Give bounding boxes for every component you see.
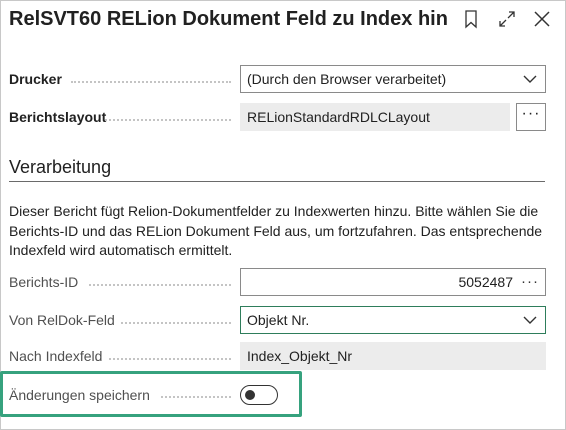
to-field-value-box: Index_Objekt_Nr	[240, 342, 546, 370]
from-field-row: Von RelDok-Feld Objekt Nr.	[9, 306, 546, 334]
report-layout-field[interactable]: RELionStandardRDLCLayout	[240, 103, 510, 131]
dialog-title: RelSVT60 RELion Dokument Feld zu Index h…	[9, 8, 449, 30]
section-title: Verarbeitung	[9, 157, 112, 177]
report-layout-row: Berichtslayout RELionStandardRDLCLayout …	[9, 103, 546, 131]
report-layout-lookup-button[interactable]: ···	[516, 103, 546, 131]
toggle-knob	[245, 390, 255, 400]
printer-label: Drucker	[9, 71, 62, 87]
printer-select[interactable]: (Durch den Browser verarbeitet)	[240, 65, 546, 93]
save-changes-row: Änderungen speichern	[9, 383, 546, 407]
to-field-value: Index_Objekt_Nr	[247, 348, 353, 364]
from-field-dots	[121, 322, 231, 324]
printer-value: (Durch den Browser verarbeitet)	[247, 71, 447, 87]
expand-icon[interactable]	[497, 9, 517, 29]
report-id-value: 5052487	[458, 274, 513, 290]
save-changes-label: Änderungen speichern	[9, 387, 150, 403]
report-id-row: Berichts-ID 5052487 ···	[9, 268, 546, 296]
save-changes-toggle[interactable]	[240, 385, 278, 405]
section-divider	[9, 181, 545, 182]
report-id-label: Berichts-ID	[9, 274, 79, 290]
from-field-select[interactable]: Objekt Nr.	[240, 306, 546, 334]
report-id-dots	[89, 284, 231, 286]
from-field-label: Von RelDok-Feld	[9, 312, 115, 328]
save-changes-dots	[161, 396, 231, 398]
printer-row: Drucker (Durch den Browser verarbeitet)	[9, 65, 546, 93]
report-id-input[interactable]: 5052487 ···	[240, 268, 546, 296]
report-layout-label: Berichtslayout	[9, 109, 107, 125]
report-layout-value: RELionStandardRDLCLayout	[247, 109, 430, 125]
printer-dots	[71, 81, 231, 83]
to-field-dots	[109, 358, 231, 360]
chevron-down-icon	[523, 75, 537, 83]
to-field-label: Nach Indexfeld	[9, 348, 103, 364]
bookmark-icon[interactable]	[461, 9, 481, 29]
close-icon[interactable]	[532, 9, 552, 29]
to-field-row: Nach Indexfeld Index_Objekt_Nr	[9, 342, 546, 370]
section-description: Dieser Bericht fügt Relion-Dokumentfelde…	[9, 203, 543, 258]
chevron-down-icon	[523, 316, 537, 324]
from-field-value: Objekt Nr.	[247, 312, 310, 328]
report-layout-dots	[105, 119, 231, 121]
report-id-lookup[interactable]: ···	[521, 269, 539, 295]
